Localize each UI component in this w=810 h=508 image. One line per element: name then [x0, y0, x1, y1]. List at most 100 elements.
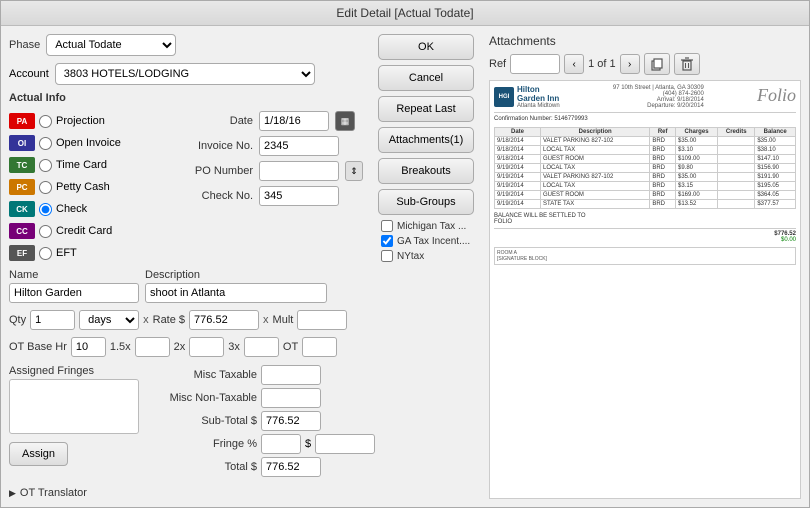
eft-radio[interactable]: [39, 247, 52, 260]
po-label: PO Number: [173, 165, 253, 177]
table-row: 9/18/2014GUEST ROOMBRD$109.00$147.10: [495, 155, 796, 164]
radio-check: CK Check: [9, 199, 163, 219]
assign-button[interactable]: Assign: [9, 442, 68, 466]
misc-taxable-label: Misc Taxable: [147, 369, 257, 381]
invoice-input[interactable]: [259, 136, 339, 156]
projection-radio[interactable]: [39, 115, 52, 128]
credit-card-radio[interactable]: [39, 225, 52, 238]
account-label: Account: [9, 68, 49, 80]
qty-label: Qty: [9, 314, 26, 326]
phase-row: Phase Actual Todate EFC Budget: [9, 34, 363, 56]
fringe-pct-input[interactable]: [261, 434, 301, 454]
subtotal-label: Sub-Total $: [147, 415, 257, 427]
right-panel: Attachments Ref ‹ 1 of 1 ›: [481, 26, 809, 507]
total-input[interactable]: [261, 457, 321, 477]
misc-taxable-row: Misc Taxable: [147, 365, 375, 385]
fringes-label: Assigned Fringes: [9, 365, 139, 377]
actual-info-label: Actual Info: [9, 92, 363, 104]
mult-label: Mult: [273, 314, 294, 326]
next-page-button[interactable]: ›: [620, 54, 640, 74]
ot-translator-row: ▶ OT Translator: [9, 487, 363, 499]
receipt-area: HGI HiltonGarden Inn Atlanta Midtown 97 …: [489, 80, 801, 499]
cancel-button[interactable]: Cancel: [378, 65, 474, 91]
unit-select[interactable]: days hours weeks: [79, 310, 139, 330]
copy-icon: [650, 57, 664, 71]
ref-input[interactable]: [510, 54, 560, 74]
desc-group: Description: [145, 269, 327, 303]
name-input[interactable]: [9, 283, 139, 303]
window-title: Edit Detail [Actual Todate]: [336, 6, 473, 20]
check-input[interactable]: [259, 186, 339, 206]
open-invoice-label: Open Invoice: [56, 137, 121, 149]
ot-3x-input[interactable]: [244, 337, 279, 357]
radio-open-invoice: OI Open Invoice: [9, 133, 163, 153]
radio-petty-cash: PC Petty Cash: [9, 177, 163, 197]
ot-value-input[interactable]: [302, 337, 337, 357]
hotel-sub: Atlanta Midtown: [517, 103, 560, 109]
actual-info-section: PA Projection OI Open Invoice TC Time Ca…: [9, 111, 363, 263]
qty-input[interactable]: [30, 310, 75, 330]
table-row: 9/19/2014GUEST ROOMBRD$169.00$364.05: [495, 191, 796, 200]
table-row: 9/18/2014VALET PARKING 827-102BRD$35.00$…: [495, 137, 796, 146]
ot-translator-label[interactable]: OT Translator: [20, 487, 87, 499]
left-panel: Phase Actual Todate EFC Budget Account 3…: [1, 26, 371, 507]
prev-page-button[interactable]: ‹: [564, 54, 584, 74]
calendar-button[interactable]: ▦: [335, 111, 355, 131]
triangle-icon: ▶: [9, 488, 16, 499]
date-input[interactable]: [259, 111, 329, 131]
petty-cash-label: Petty Cash: [56, 181, 110, 193]
po-spinner[interactable]: ⇕: [345, 161, 363, 181]
rate-input[interactable]: [189, 310, 259, 330]
breakouts-button[interactable]: Breakouts: [378, 158, 474, 184]
sub-groups-button[interactable]: Sub-Groups: [378, 189, 474, 215]
misc-taxable-input[interactable]: [261, 365, 321, 385]
receipt-footer: ROOM A [SIGNATURE BLOCK]: [494, 247, 796, 265]
michigan-checkbox[interactable]: [381, 220, 393, 232]
time-card-radio[interactable]: [39, 159, 52, 172]
ot-label: OT: [283, 341, 298, 353]
ga-tax-checkbox[interactable]: [381, 235, 393, 247]
ot-2x-input[interactable]: [189, 337, 224, 357]
radio-projection: PA Projection: [9, 111, 163, 131]
time-card-icon: TC: [9, 157, 35, 173]
account-select[interactable]: 3803 HOTELS/LODGING: [55, 63, 315, 85]
petty-cash-icon: PC: [9, 179, 35, 195]
ga-tax-label: GA Tax Incent....: [397, 236, 470, 247]
ot-15x-input[interactable]: [135, 337, 170, 357]
ot-row: OT Base Hr 1.5x 2x 3x OT: [9, 337, 363, 357]
repeat-last-button[interactable]: Repeat Last: [378, 96, 474, 122]
radio-group: PA Projection OI Open Invoice TC Time Ca…: [9, 111, 163, 263]
table-row: 9/19/2014VALET PARKING 827-102BRD$35.00$…: [495, 173, 796, 182]
petty-cash-radio[interactable]: [39, 181, 52, 194]
radio-credit-card: CC Credit Card: [9, 221, 163, 241]
checkbox-group: Michigan Tax ... GA Tax Incent.... NYtax: [377, 220, 475, 262]
dollar-sign: $: [305, 438, 311, 450]
eft-icon: EF: [9, 245, 35, 261]
misc-nontaxable-input[interactable]: [261, 388, 321, 408]
attachments-button[interactable]: Attachments(1): [378, 127, 474, 153]
right-form: Date ▦ Invoice No. PO Number ⇕ Chec: [163, 111, 363, 263]
fringes-box: [9, 379, 139, 434]
nytax-label: NYtax: [397, 251, 424, 262]
radio-time-card: TC Time Card: [9, 155, 163, 175]
nytax-checkbox[interactable]: [381, 250, 393, 262]
desc-input[interactable]: [145, 283, 327, 303]
open-invoice-radio[interactable]: [39, 137, 52, 150]
fringe-label: Fringe %: [147, 438, 257, 450]
fringe-dollar-input[interactable]: [315, 434, 375, 454]
fringes-section: Assigned Fringes Assign: [9, 365, 139, 480]
po-input[interactable]: [259, 161, 339, 181]
ok-button[interactable]: OK: [378, 34, 474, 60]
phase-select[interactable]: Actual Todate EFC Budget: [46, 34, 176, 56]
ot-base-input[interactable]: [71, 337, 106, 357]
x1-label: x: [143, 314, 149, 326]
fringe-row: Fringe % $: [147, 434, 375, 454]
subtotal-input[interactable]: [261, 411, 321, 431]
hotel-name: HiltonGarden Inn: [517, 85, 560, 103]
copy-button[interactable]: [644, 53, 670, 75]
delete-button[interactable]: [674, 53, 700, 75]
check-radio[interactable]: [39, 203, 52, 216]
eft-label: EFT: [56, 247, 77, 259]
credit-card-icon: CC: [9, 223, 35, 239]
mult-input[interactable]: [297, 310, 347, 330]
